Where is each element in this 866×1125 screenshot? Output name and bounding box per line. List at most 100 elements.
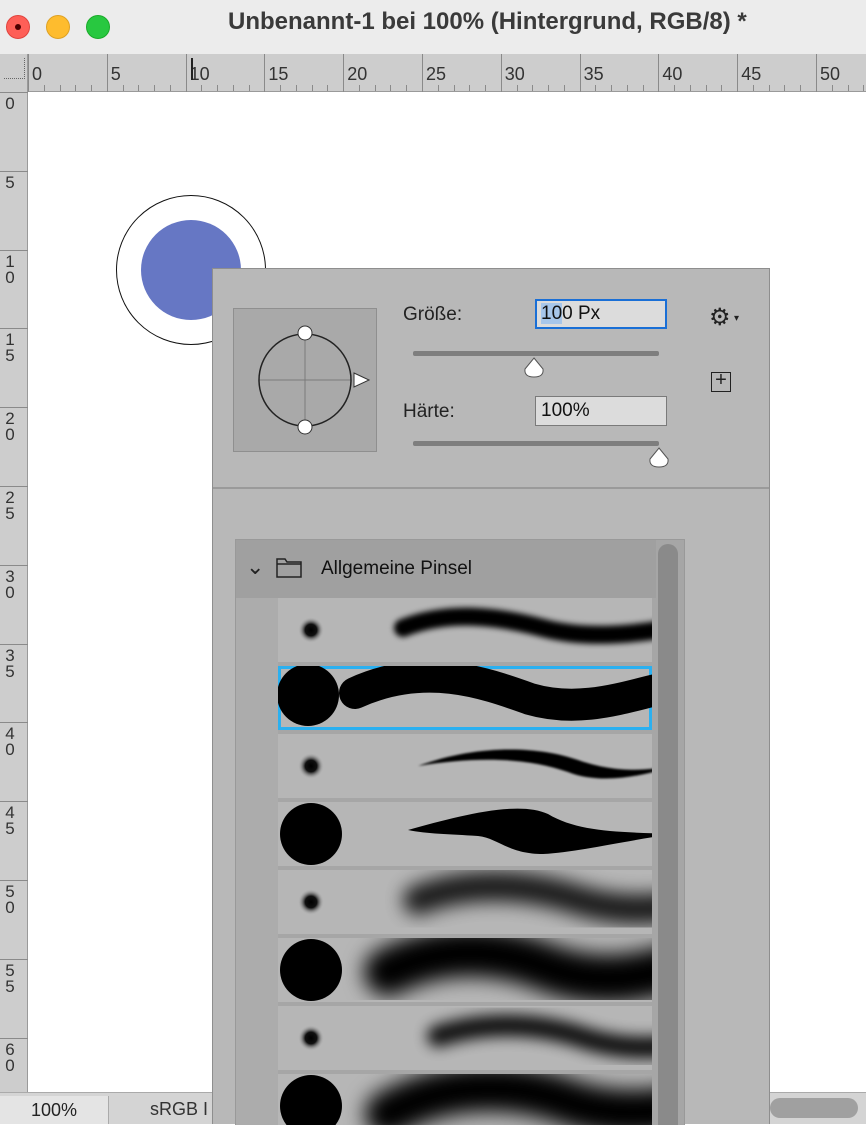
ruler-label: 0 xyxy=(32,64,43,84)
ruler-label: 50 xyxy=(820,64,841,84)
ruler-minor-tick xyxy=(327,85,329,91)
brush-stroke-sample xyxy=(408,808,652,854)
ruler-minor-tick xyxy=(59,85,61,91)
brush-stroke-preview xyxy=(298,749,652,779)
hardness-slider-track[interactable] xyxy=(413,441,659,446)
minimize-window-button[interactable] xyxy=(46,15,70,39)
ruler-minor-tick xyxy=(43,85,45,91)
brush-stroke-preview xyxy=(298,607,652,644)
size-slider-track[interactable] xyxy=(413,351,659,356)
ruler-tick xyxy=(0,249,28,251)
ruler-label: 5 xyxy=(5,976,15,996)
ruler-tick xyxy=(0,1037,28,1039)
ruler-minor-tick xyxy=(721,85,723,91)
brush-tip-thumbnail xyxy=(298,753,324,779)
brush-group-header[interactable]: ⌄ Allgemeine Pinsel xyxy=(236,540,656,598)
ruler-tick xyxy=(28,54,29,92)
ruler-minor-tick xyxy=(611,85,613,91)
gear-icon[interactable]: ⚙ xyxy=(709,303,731,332)
brush-preset-row[interactable] xyxy=(278,938,652,1002)
brush-stroke-preview xyxy=(298,871,652,925)
hardness-slider-thumb[interactable] xyxy=(648,447,670,469)
size-slider-thumb[interactable] xyxy=(523,357,545,379)
ruler-tick xyxy=(816,54,817,92)
brush-stroke-preview xyxy=(280,803,652,865)
ruler-minor-tick xyxy=(374,85,376,91)
ruler-minor-tick xyxy=(154,85,156,91)
size-input-text: 0 Px xyxy=(562,303,601,324)
ruler-minor-tick xyxy=(689,85,691,91)
ruler-minor-tick xyxy=(784,85,786,91)
ruler-minor-tick xyxy=(437,85,439,91)
ruler-label: 25 xyxy=(426,64,447,84)
ruler-label: 5 xyxy=(110,64,121,84)
ruler-minor-tick xyxy=(752,85,754,91)
ruler-minor-tick xyxy=(642,85,644,91)
ruler-minor-tick xyxy=(201,85,203,91)
ruler-minor-tick xyxy=(485,85,487,91)
ruler-origin-corner[interactable] xyxy=(0,54,28,92)
roundness-handle-bottom[interactable] xyxy=(297,419,313,435)
angle-arrow-handle[interactable] xyxy=(353,372,371,388)
ruler-minor-tick xyxy=(453,85,455,91)
ruler-label: 0 xyxy=(5,267,15,287)
brush-preset-row[interactable] xyxy=(278,1006,652,1070)
size-input[interactable]: 100 Px xyxy=(535,299,667,329)
brush-preset-row[interactable] xyxy=(278,734,652,798)
brush-preset-row[interactable] xyxy=(278,870,652,934)
ruler-minor-tick xyxy=(563,85,565,91)
ruler-minor-tick xyxy=(674,85,676,91)
ruler-tick xyxy=(0,328,28,330)
plus-square-icon[interactable]: + xyxy=(711,370,731,392)
window-title: Unbenannt-1 bei 100% (Hintergrund, RGB/8… xyxy=(228,8,747,35)
ruler-tick xyxy=(579,54,581,92)
chevron-down-icon[interactable]: ⌄ xyxy=(246,554,264,580)
ruler-minor-tick xyxy=(122,85,124,91)
horizontal-ruler[interactable]: 0 5 10 15 20 25 30 35 40 45 50 xyxy=(0,54,866,92)
brush-tip-diagram xyxy=(258,325,371,435)
horizontal-scrollbar[interactable] xyxy=(770,1098,858,1118)
size-input-selected-text: 10 xyxy=(541,303,563,324)
ruler-label: 35 xyxy=(583,64,604,84)
brush-stroke-preview xyxy=(280,938,652,1002)
ruler-label: 30 xyxy=(504,64,525,84)
vertical-ruler[interactable]: 051015202530354045505560 xyxy=(0,92,28,1092)
zoom-window-button[interactable] xyxy=(86,15,110,39)
roundness-handle-top[interactable] xyxy=(297,325,313,341)
close-window-button[interactable] xyxy=(6,15,30,39)
ruler-tick xyxy=(0,170,28,172)
brush-preset-row[interactable] xyxy=(278,802,652,866)
panel-divider xyxy=(213,487,769,489)
brush-tip-thumbnail xyxy=(278,666,339,726)
ruler-label: 5 xyxy=(5,819,15,839)
hardness-input[interactable]: 100% xyxy=(535,396,667,426)
brush-preset-row[interactable] xyxy=(278,598,652,662)
ruler-label: 0 xyxy=(5,582,15,602)
ruler-minor-tick xyxy=(516,85,518,91)
ruler-tick xyxy=(422,54,423,92)
ruler-label: 0 xyxy=(5,94,15,113)
ruler-minor-tick xyxy=(768,85,770,91)
ruler-minor-tick xyxy=(705,85,707,91)
brush-preset-row-selected[interactable] xyxy=(278,666,652,730)
brush-preset-row[interactable] xyxy=(278,1074,652,1125)
ruler-minor-tick xyxy=(138,85,140,91)
ruler-label: 0 xyxy=(5,1055,15,1075)
ruler-label: 0 xyxy=(5,898,15,917)
title-bar: Unbenannt-1 bei 100% (Hintergrund, RGB/8… xyxy=(0,0,866,54)
zoom-level-field[interactable]: 100% xyxy=(0,1096,109,1124)
ruler-label: 40 xyxy=(662,64,683,84)
ruler-minor-tick xyxy=(406,85,408,91)
ruler-label: 5 xyxy=(5,346,15,366)
ruler-label: 0 xyxy=(5,425,15,445)
hardness-label: Härte: xyxy=(403,401,455,422)
preset-list-scrollbar[interactable] xyxy=(658,544,678,1125)
ruler-tick xyxy=(185,54,187,92)
brush-stroke-preview xyxy=(280,1074,652,1125)
ruler-minor-tick xyxy=(863,85,865,91)
ruler-tick xyxy=(264,54,266,92)
brush-tip-preview[interactable] xyxy=(233,308,377,452)
brush-tip-thumbnail xyxy=(298,617,324,643)
brush-tip-thumbnail xyxy=(280,1075,342,1125)
color-profile-label: sRGB I xyxy=(150,1099,209,1119)
